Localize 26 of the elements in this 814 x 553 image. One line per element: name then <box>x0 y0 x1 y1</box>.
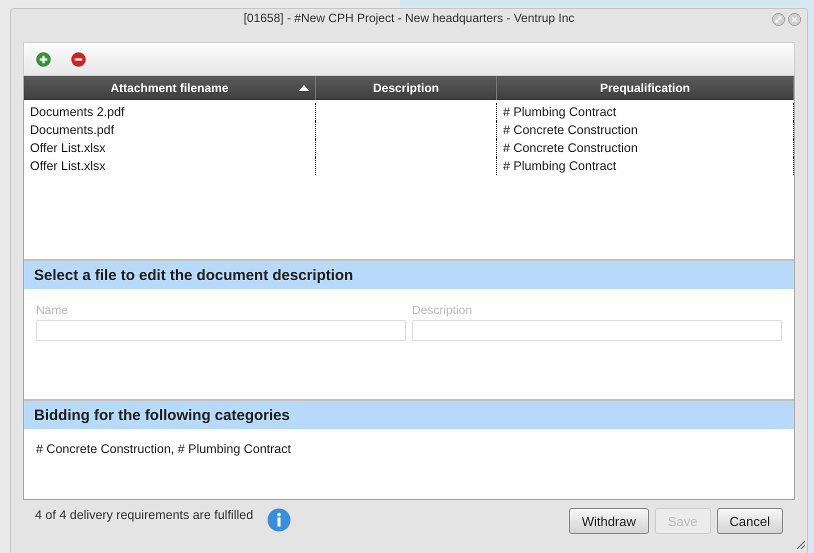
maximize-icon[interactable] <box>772 13 785 26</box>
column-header[interactable]: Prequalification <box>497 76 794 100</box>
table-cell: Offer List.xlsx <box>24 157 316 175</box>
section-header: Select a file to edit the document description <box>24 259 794 289</box>
window-title: [01658] - #New CPH Project - New headquarters - Ventrup Inc <box>244 11 574 25</box>
field-label: Description <box>412 303 474 317</box>
section-header: Bidding for the following categories <box>24 399 794 429</box>
column-header[interactable]: Description <box>316 76 497 100</box>
table-cell: Documents 2.pdf <box>24 103 316 121</box>
table-cell: # Concrete Construction <box>497 121 794 139</box>
column-header[interactable]: Attachment filename <box>24 76 316 100</box>
dialog-button[interactable]: Withdraw <box>568 508 649 534</box>
info-icon[interactable] <box>267 508 292 532</box>
status-text: 4 of 4 delivery requirements are fulfilled <box>35 508 254 522</box>
table-cell: Offer List.xlsx <box>24 139 316 157</box>
table-cell: # Plumbing Contract <box>497 103 794 121</box>
resize-grip-icon[interactable] <box>795 539 805 549</box>
field-label: Name <box>36 303 70 317</box>
table-cell: # Plumbing Contract <box>497 157 794 175</box>
table-cell: Documents.pdf <box>24 121 316 139</box>
remove-icon[interactable] <box>71 52 86 66</box>
close-icon[interactable] <box>788 13 801 26</box>
add-icon[interactable] <box>36 52 51 66</box>
table-cell: # Concrete Construction <box>497 139 794 157</box>
categories-text: # Concrete Construction, # Plumbing Contract <box>36 442 291 456</box>
dialog-button[interactable]: Cancel <box>716 508 783 534</box>
